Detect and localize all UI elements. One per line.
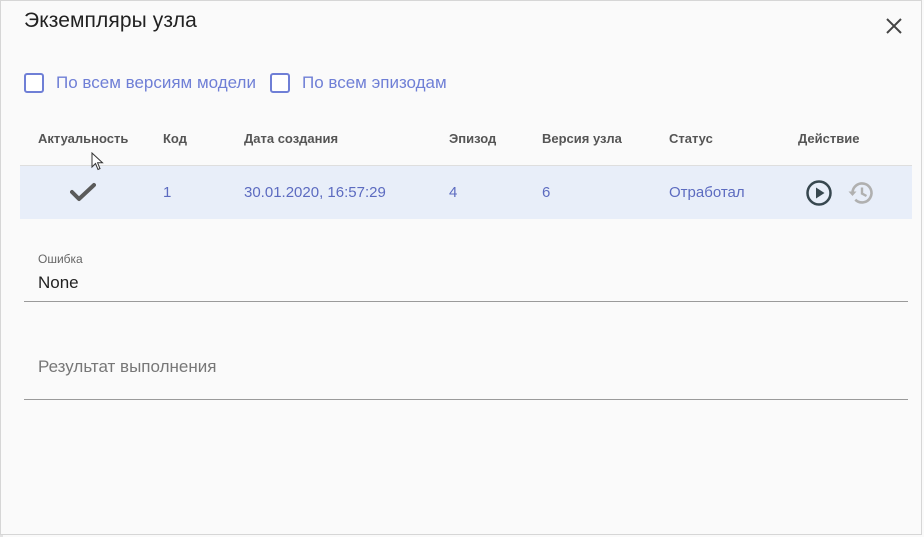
column-header-code[interactable]: Код (163, 131, 187, 146)
node-instances-dialog: Экземпляры узла По всем версиям модели П… (0, 0, 922, 535)
mouse-cursor-icon (91, 151, 105, 177)
column-header-actual[interactable]: Актуальность (38, 131, 128, 146)
filters-bar: По всем версиям модели По всем эпизодам (24, 73, 461, 93)
table-row[interactable]: 1 30.01.2020, 16:57:29 4 6 Отработал (20, 166, 912, 219)
close-button[interactable] (881, 13, 907, 39)
history-icon[interactable] (846, 178, 876, 213)
dialog-title: Экземпляры узла (24, 9, 197, 32)
play-icon[interactable] (805, 179, 833, 212)
check-icon (70, 182, 96, 207)
all-episodes-checkbox[interactable] (269, 73, 290, 93)
cell-code: 1 (163, 184, 172, 201)
filter-all-episodes[interactable]: По всем эпизодам (269, 73, 447, 93)
all-model-versions-label: По всем версиям модели (56, 73, 256, 92)
close-icon (886, 18, 902, 34)
table-header: Актуальность Код Дата создания Эпизод Ве… (20, 120, 912, 166)
result-field[interactable]: Результат выполнения (38, 357, 216, 377)
cell-status: Отработал (669, 184, 745, 201)
error-field-label: Ошибка (38, 252, 83, 266)
all-model-versions-checkbox[interactable] (24, 73, 44, 93)
all-episodes-label: По всем эпизодам (301, 73, 447, 92)
column-header-status[interactable]: Статус (669, 131, 713, 146)
column-header-episode[interactable]: Эпизод (449, 131, 496, 146)
cell-created: 30.01.2020, 16:57:29 (244, 184, 386, 201)
column-header-created[interactable]: Дата создания (244, 131, 338, 146)
cell-episode: 4 (449, 184, 458, 201)
column-header-node-version[interactable]: Версия узла (542, 131, 622, 146)
error-field-value[interactable]: None (38, 273, 79, 293)
result-field-underline (24, 399, 908, 400)
cell-node-version: 6 (542, 184, 551, 201)
error-field-underline (24, 301, 908, 302)
filter-all-model-versions[interactable]: По всем версиям модели (24, 73, 256, 93)
column-header-action: Действие (798, 131, 860, 146)
